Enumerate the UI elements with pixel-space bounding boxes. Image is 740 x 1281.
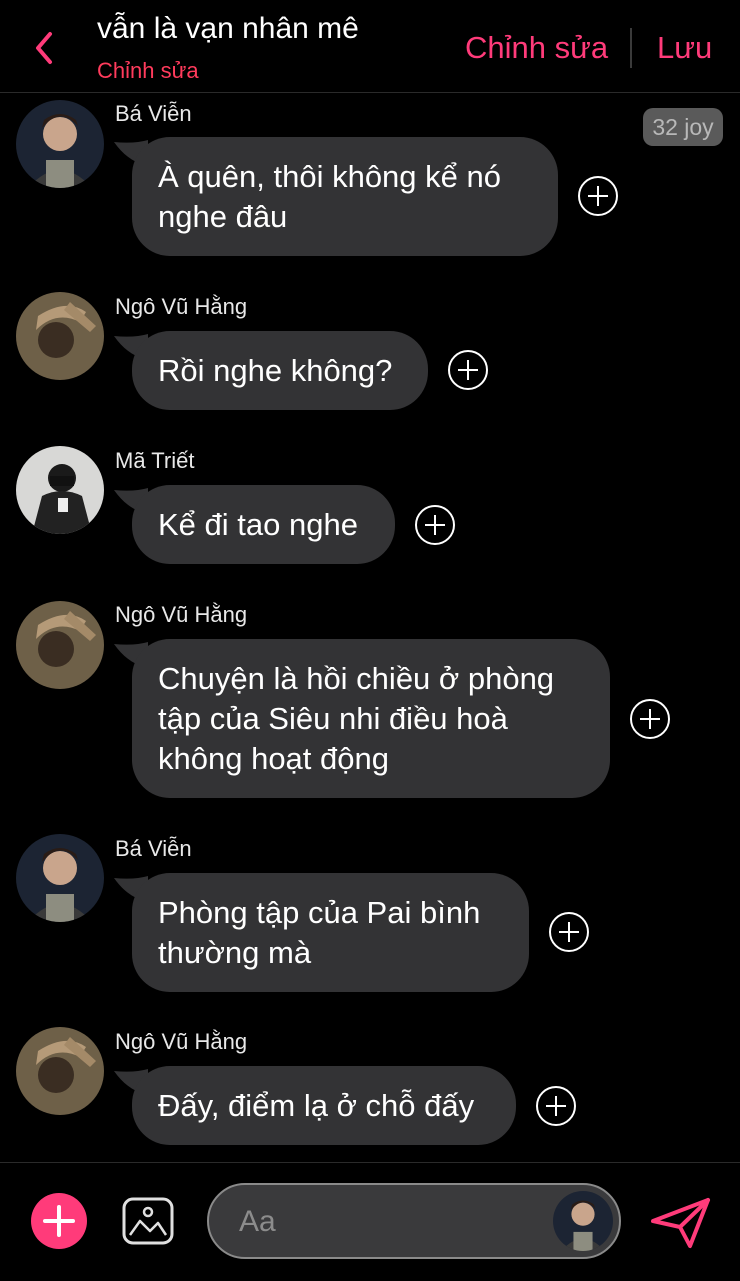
message-input[interactable]: [237, 1199, 541, 1245]
plus-icon: [43, 1205, 75, 1237]
message-line: không hoạt động: [158, 741, 389, 776]
message-line: thường mà: [158, 935, 312, 970]
chat-header: vẫn là vạn nhân mê Chỉnh sửa Chỉnh sửa L…: [0, 0, 740, 93]
message-bubble[interactable]: À quên, thôi không kể nó nghe đâu: [132, 137, 558, 256]
message-bubble[interactable]: Chuyện là hồi chiều ở phòng tập của Siêu…: [132, 639, 610, 798]
message-line: À quên, thôi không kể nó: [158, 159, 501, 194]
message-line: tập của Siêu nhi điều hoà: [158, 701, 508, 736]
avatar[interactable]: [16, 446, 104, 534]
message-line: Kể đi tao nghe: [158, 507, 358, 542]
avatar[interactable]: [553, 1191, 613, 1251]
joy-badge: 32 joy: [643, 108, 723, 146]
sender-name: Bá Viễn: [115, 101, 192, 126]
add-reaction-icon[interactable]: [577, 175, 619, 217]
header-divider: [630, 28, 632, 68]
add-reaction-icon[interactable]: [414, 504, 456, 546]
message-line: Chuyện là hồi chiều ở phòng: [158, 661, 555, 696]
sender-name: Ngô Vũ Hằng: [115, 1029, 248, 1054]
message-bubble[interactable]: Kể đi tao nghe: [132, 485, 395, 564]
message-line: Phòng tập của Pai bình: [158, 895, 481, 930]
message-line: nghe đâu: [158, 199, 288, 234]
send-icon[interactable]: [650, 1197, 712, 1249]
message-line: Đấy, điểm lạ ở chỗ đấy: [158, 1088, 475, 1123]
sender-name: Mã Triết: [115, 448, 195, 473]
sender-name: Ngô Vũ Hằng: [115, 602, 248, 627]
message-input-field[interactable]: [207, 1183, 621, 1259]
avatar[interactable]: [16, 1027, 104, 1115]
avatar[interactable]: [16, 100, 104, 188]
add-reaction-icon[interactable]: [535, 1085, 577, 1127]
message-bubble[interactable]: Phòng tập của Pai bình thường mà: [132, 873, 529, 992]
message-bubble[interactable]: Rồi nghe không?: [132, 331, 428, 410]
add-button[interactable]: [31, 1193, 87, 1249]
composer-bar: [0, 1162, 740, 1281]
edit-button[interactable]: Chỉnh sửa: [465, 30, 608, 66]
add-reaction-icon[interactable]: [447, 349, 489, 391]
sender-name: Ngô Vũ Hằng: [115, 294, 248, 319]
avatar[interactable]: [16, 601, 104, 689]
avatar[interactable]: [16, 292, 104, 380]
message-line: Rồi nghe không?: [158, 353, 393, 388]
image-gallery-icon[interactable]: [122, 1197, 174, 1245]
add-reaction-icon[interactable]: [629, 698, 671, 740]
chat-subtitle[interactable]: Chỉnh sửa: [97, 58, 199, 84]
back-chevron-icon[interactable]: [28, 28, 62, 68]
add-reaction-icon[interactable]: [548, 911, 590, 953]
save-button[interactable]: Lưu: [657, 30, 712, 66]
avatar[interactable]: [16, 834, 104, 922]
chat-title: vẫn là vạn nhân mê: [97, 12, 359, 45]
sender-name: Bá Viễn: [115, 836, 192, 861]
message-bubble[interactable]: Đấy, điểm lạ ở chỗ đấy: [132, 1066, 516, 1145]
